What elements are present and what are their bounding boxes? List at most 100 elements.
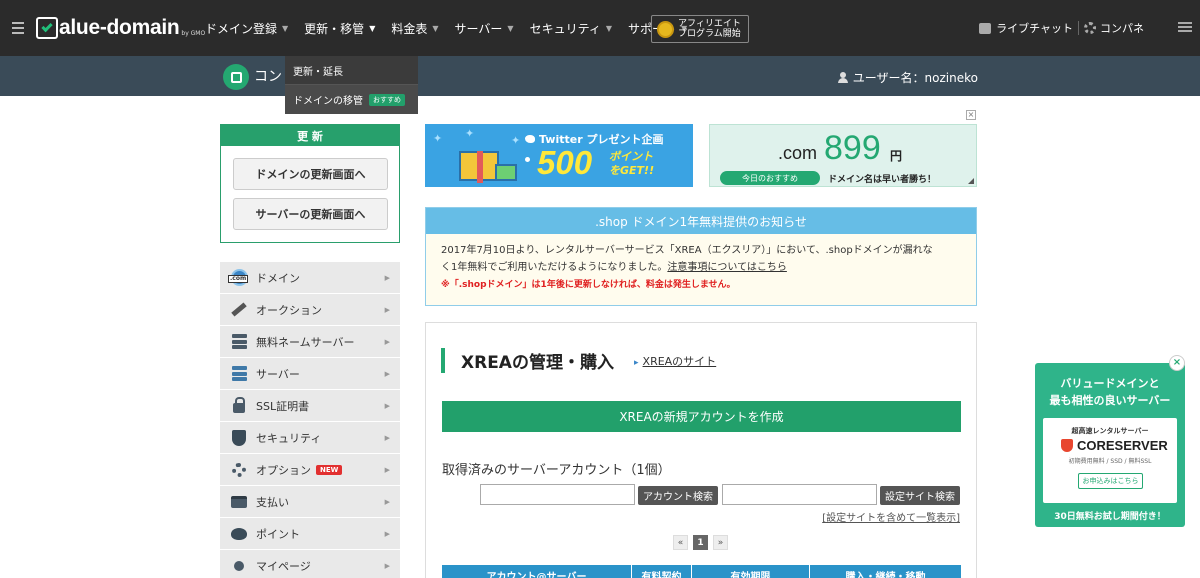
nav-item-server[interactable]: サーバー ▼ (455, 20, 514, 37)
create-xrea-account-button[interactable]: XREAの新規アカウントを作成 (442, 401, 961, 432)
com-price-unit: 円 (890, 149, 903, 163)
xrea-panel: XREAの管理・購入 XREAのサイト XREAの新規アカウントを作成 取得済み… (425, 322, 977, 578)
dropdown-item-transfer[interactable]: ドメインの移管 おすすめ (285, 85, 418, 114)
caret-down-icon: ▼ (282, 23, 289, 33)
twitter-banner-points-label: ポイント をGET!! (609, 150, 654, 178)
site-logo[interactable]: alue-domain by GMO (36, 14, 205, 42)
nav-label: 料金表 (391, 21, 428, 36)
nav-label: セキュリティ (529, 21, 601, 36)
person-icon (230, 557, 248, 575)
new-badge: NEW (316, 464, 343, 475)
sidebar-item-points[interactable]: ポイント ▶ (220, 518, 400, 550)
coreserver-brand: CORESERVER (1077, 438, 1168, 453)
ad-title-line1: バリュードメインと (1060, 377, 1160, 390)
logo-subtext: by GMO (181, 29, 206, 37)
menu-icon[interactable] (12, 22, 24, 34)
account-search-input[interactable] (480, 484, 635, 505)
gear-icon (230, 461, 248, 479)
shield-icon (1061, 439, 1073, 452)
pager-next-button[interactable]: » (713, 535, 728, 550)
sidebar-item-option[interactable]: オプション NEW ▶ (220, 454, 400, 486)
control-panel-link[interactable]: コンパネ (1100, 20, 1144, 36)
sidebar-item-security[interactable]: セキュリティ ▶ (220, 422, 400, 454)
domain-renew-button[interactable]: ドメインの更新画面へ (233, 158, 388, 190)
gear-icon (1084, 22, 1096, 34)
site-search-button[interactable]: 設定サイト検索 (880, 486, 960, 505)
dropdown-label: ドメインの移管 (293, 96, 363, 107)
sidebar-item-server[interactable]: サーバー ▶ (220, 358, 400, 390)
chevron-right-icon: ▶ (384, 530, 390, 538)
nav-item-domain-register[interactable]: ドメイン登録 ▼ (205, 20, 288, 37)
ad-tagline: 超高速レンタルサーバー (1071, 427, 1149, 435)
server-accounts-heading: 取得済みのサーバーアカウント（1個） (442, 463, 671, 478)
notice-title: .shop ドメイン1年無料提供のお知らせ (426, 208, 976, 234)
dot (525, 157, 530, 162)
sidebar-item-payment[interactable]: 支払い ▶ (220, 486, 400, 518)
server-icon (230, 365, 248, 383)
lock-icon (230, 397, 248, 415)
sidebar-item-free-nameserver[interactable]: 無料ネームサーバー ▶ (220, 326, 400, 358)
account-search-button[interactable]: アカウント検索 (638, 486, 718, 505)
shop-domain-notice: .shop ドメイン1年無料提供のお知らせ 2017年7月10日より、レンタルサ… (425, 207, 977, 306)
sidebar-item-ssl[interactable]: SSL証明書 ▶ (220, 390, 400, 422)
affiliate-line2: プログラム開始 (678, 29, 741, 39)
nav-label: ドメイン登録 (205, 21, 278, 36)
sparkle-icon: ✦ (433, 132, 443, 145)
com-price: 899 (824, 129, 881, 167)
sidebar-label: 支払い (256, 495, 289, 509)
coreserver-ad[interactable]: バリュードメインと 最も相性の良いサーバー 超高速レンタルサーバー CORESE… (1035, 363, 1185, 527)
notice-warning: ※「.shopドメイン」は1年後に更新しなければ、料金は発生しません。 (441, 280, 736, 290)
main-menu: ドメイン登録 ▼ 更新・移管 ▼ 料金表 ▼ サーバー ▼ セキュリティ ▼ サポート ▼ (205, 0, 703, 56)
twitter-campaign-banner[interactable]: ✦ ✦ ✦ Twitter プレゼント企画 500 ポイント をGET!! (425, 124, 693, 187)
server-renew-button[interactable]: サーバーの更新画面へ (233, 198, 388, 230)
logo-check-icon (36, 17, 58, 39)
pager-prev-button[interactable]: « (673, 535, 688, 550)
dropdown-item-renew[interactable]: 更新・延長 (285, 56, 418, 85)
sidebar-item-mypage[interactable]: マイページ ▶ (220, 550, 400, 578)
sidebar-label: マイページ (256, 559, 311, 573)
globe-icon: .com (228, 269, 249, 287)
com-price-banner[interactable]: .com 899 円 今日のおすすめ ドメイン名は早い者勝ち！ (709, 124, 977, 187)
points-line2: をGET!! (609, 164, 655, 177)
twitter-bird-icon (525, 135, 535, 143)
pager-page-1[interactable]: 1 (693, 535, 708, 550)
close-icon[interactable]: × (966, 110, 976, 120)
column-header-paid: 有料契約 (632, 565, 692, 578)
nav-item-renew-transfer[interactable]: 更新・移管 ▼ (304, 20, 375, 37)
chat-icon (979, 22, 992, 34)
column-header-actions: 購入・継続・移動 (845, 571, 926, 578)
shield-icon (230, 429, 248, 447)
notice-terms-link[interactable]: 注意事項についてはこちら (667, 262, 787, 273)
recommended-badge: おすすめ (369, 93, 405, 106)
ad-apply-button[interactable]: お申込みはこちら (1078, 473, 1143, 489)
top-navigation-bar: alue-domain by GMO ドメイン登録 ▼ 更新・移管 ▼ 料金表 ▼ サ… (0, 0, 1200, 56)
sidebar-item-domain[interactable]: .com ドメイン ▶ (220, 262, 400, 294)
ad-title-line2: 最も相性の良いサーバー (1049, 394, 1171, 407)
top-right-links: ライブチャット コンパネ (979, 20, 1144, 36)
renew-panel-title: 更 新 (221, 125, 399, 146)
card-icon (230, 493, 248, 511)
sidebar-item-auction[interactable]: オークション ▶ (220, 294, 400, 326)
close-icon[interactable]: × (1169, 355, 1185, 371)
today-recommend-pill: 今日のおすすめ (720, 171, 820, 185)
list-all-link[interactable]: [設定サイトを含めて一覧表示] (822, 509, 960, 524)
live-chat-link[interactable]: ライブチャット (996, 20, 1073, 36)
nav-item-pricing[interactable]: 料金表 ▼ (391, 20, 438, 37)
chevron-right-icon: ▶ (384, 370, 390, 378)
piggy-bank-icon (230, 525, 248, 543)
dropdown-label: 更新・延長 (293, 66, 343, 78)
notice-body: 2017年7月10日より、レンタルサーバーサービス「XREA（エクスリア）」にお… (426, 234, 976, 294)
affiliate-program-button[interactable]: アフィリエイト プログラム開始 (651, 15, 749, 43)
sparkle-icon: ✦ (465, 127, 475, 140)
notice-text-line2: く1年無料でご利用いただけるようになりました。注意事項についてはこちら (441, 259, 961, 276)
xrea-site-link[interactable]: XREAのサイト (634, 353, 717, 369)
nav-label: サーバー (454, 21, 503, 36)
caret-down-icon: ▼ (432, 23, 439, 33)
logo-text: alue-domain (59, 16, 180, 39)
expand-menu-icon[interactable] (1178, 22, 1192, 32)
sidebar-label: オプション (256, 463, 311, 477)
site-search-input[interactable] (722, 484, 877, 505)
nav-item-security[interactable]: セキュリティ ▼ (530, 20, 612, 37)
divider (1078, 21, 1079, 35)
sidebar-label: セキュリティ (256, 431, 322, 445)
